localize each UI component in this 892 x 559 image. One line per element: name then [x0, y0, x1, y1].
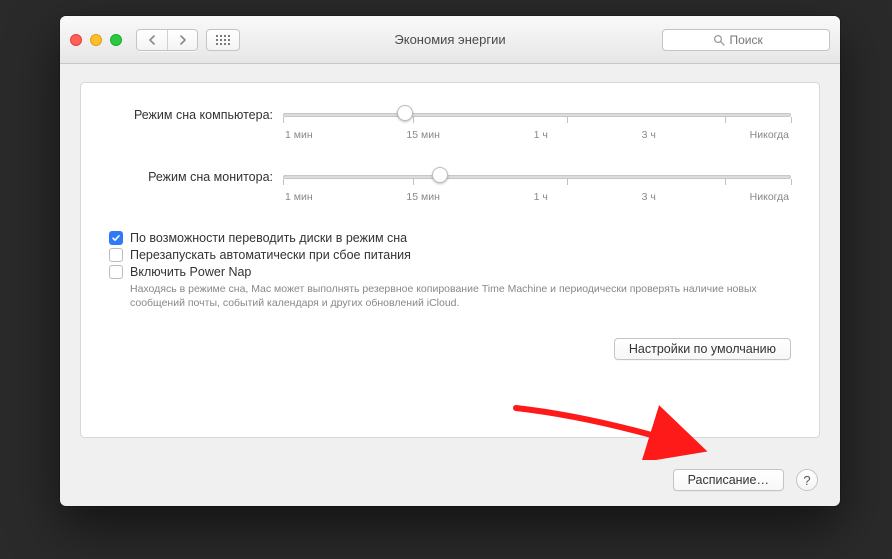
computer-sleep-row: Режим сна компьютера: 1 мин 15 мин 1 ч 3… [109, 107, 791, 141]
restart-label: Перезапускать автоматически при сбое пит… [130, 248, 411, 262]
search-input[interactable] [730, 33, 780, 47]
disk-sleep-label: По возможности переводить диски в режим … [130, 231, 407, 245]
nav-segment [136, 29, 198, 51]
disk-sleep-checkbox[interactable] [109, 231, 123, 245]
display-sleep-row: Режим сна монитора: 1 мин 15 мин 1 ч 3 ч [109, 169, 791, 203]
computer-sleep-thumb[interactable] [397, 105, 413, 121]
zoom-button[interactable] [110, 34, 122, 46]
schedule-button[interactable]: Расписание… [673, 469, 784, 491]
chevron-left-icon [148, 35, 157, 45]
prefs-window: Экономия энергии Режим сна компьютера: [60, 16, 840, 506]
display-sleep-thumb[interactable] [432, 167, 448, 183]
chevron-right-icon [178, 35, 187, 45]
power-nap-checkbox-row: Включить Power Nap [109, 265, 791, 279]
forward-button[interactable] [167, 30, 197, 50]
traffic-lights [70, 34, 122, 46]
disk-sleep-checkbox-row: По возможности переводить диски в режим … [109, 231, 791, 245]
close-button[interactable] [70, 34, 82, 46]
computer-sleep-label: Режим сна компьютера: [109, 107, 283, 123]
content-panel: Режим сна компьютера: 1 мин 15 мин 1 ч 3… [80, 82, 820, 438]
show-all-button[interactable] [206, 29, 240, 51]
power-nap-help: Находясь в режиме сна, Mac может выполня… [130, 282, 770, 310]
display-sleep-label: Режим сна монитора: [109, 169, 283, 185]
power-nap-checkbox[interactable] [109, 265, 123, 279]
check-icon [111, 233, 121, 243]
power-nap-label: Включить Power Nap [130, 265, 251, 279]
display-sleep-slider[interactable] [283, 169, 791, 185]
minimize-button[interactable] [90, 34, 102, 46]
slider-tick-labels: 1 мин 15 мин 1 ч 3 ч Никогда [283, 191, 791, 203]
restart-checkbox[interactable] [109, 248, 123, 262]
titlebar: Экономия энергии [60, 16, 840, 64]
computer-sleep-slider[interactable] [283, 107, 791, 123]
restore-defaults-button[interactable]: Настройки по умолчанию [614, 338, 791, 360]
restart-checkbox-row: Перезапускать автоматически при сбое пит… [109, 248, 791, 262]
bottom-bar: Расписание… ? [60, 454, 840, 506]
slider-tick-labels: 1 мин 15 мин 1 ч 3 ч Никогда [283, 129, 791, 141]
search-icon [713, 34, 725, 46]
back-button[interactable] [137, 30, 167, 50]
help-button[interactable]: ? [796, 469, 818, 491]
search-field[interactable] [662, 29, 830, 51]
grid-icon [216, 35, 230, 45]
